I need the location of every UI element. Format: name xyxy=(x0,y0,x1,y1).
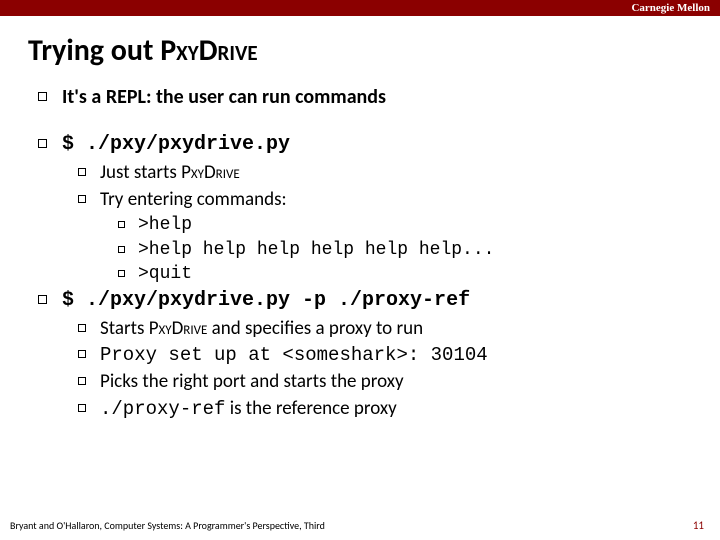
bullet-cmd1-helpmany: >help help help help help help... xyxy=(28,239,692,262)
cmd1-starts-brand: PxyDrive xyxy=(181,161,240,184)
bullet-cmd2-ref: ./proxy-ref is the reference proxy xyxy=(28,397,692,422)
cmd2-ref-code: ./proxy-ref xyxy=(100,398,225,420)
cmd2-starts-prefix: Starts xyxy=(100,317,149,340)
bullet-cmd2-picks: Picks the right port and starts the prox… xyxy=(28,370,692,395)
header-bar: Carnegie Mellon xyxy=(0,0,720,16)
bullet-cmd2-starts: Starts PxyDrive and specifies a proxy to… xyxy=(28,317,692,342)
bullet-cmd1: $ ./pxy/pxydrive.py xyxy=(28,132,692,157)
bullet-cmd1-quit: >quit xyxy=(28,263,692,286)
bullet-cmd1-help: >help xyxy=(28,214,692,237)
bullet-cmd1-starts: Just starts PxyDrive xyxy=(28,161,692,186)
cmd2-starts-suffix: and specifies a proxy to run xyxy=(207,317,423,340)
bullet-cmd2-setup: Proxy set up at <someshark>: 30104 xyxy=(28,343,692,368)
slide-body: Trying out PxyDrive It's a REPL: the use… xyxy=(0,16,720,421)
footer-page-number: 11 xyxy=(693,519,704,532)
header-org: Carnegie Mellon xyxy=(631,0,710,16)
cmd2-starts-brand: PxyDrive xyxy=(149,317,208,340)
bullet-repl: It's a REPL: the user can run commands xyxy=(28,85,692,110)
cmd1-starts-prefix: Just starts xyxy=(100,161,181,184)
cmd2-ref-suffix: is the reference proxy xyxy=(225,397,396,420)
footer-attribution: Bryant and O'Hallaron, Computer Systems:… xyxy=(10,519,325,532)
bullet-cmd1-try: Try entering commands: xyxy=(28,188,692,213)
bullet-cmd2: $ ./pxy/pxydrive.py -p ./proxy-ref xyxy=(28,288,692,313)
title-brand: PxyDrive xyxy=(160,32,257,69)
title-prefix: Trying out xyxy=(28,32,160,69)
bullet-list: It's a REPL: the user can run commands $… xyxy=(28,85,692,421)
slide-title: Trying out PxyDrive xyxy=(28,32,692,69)
